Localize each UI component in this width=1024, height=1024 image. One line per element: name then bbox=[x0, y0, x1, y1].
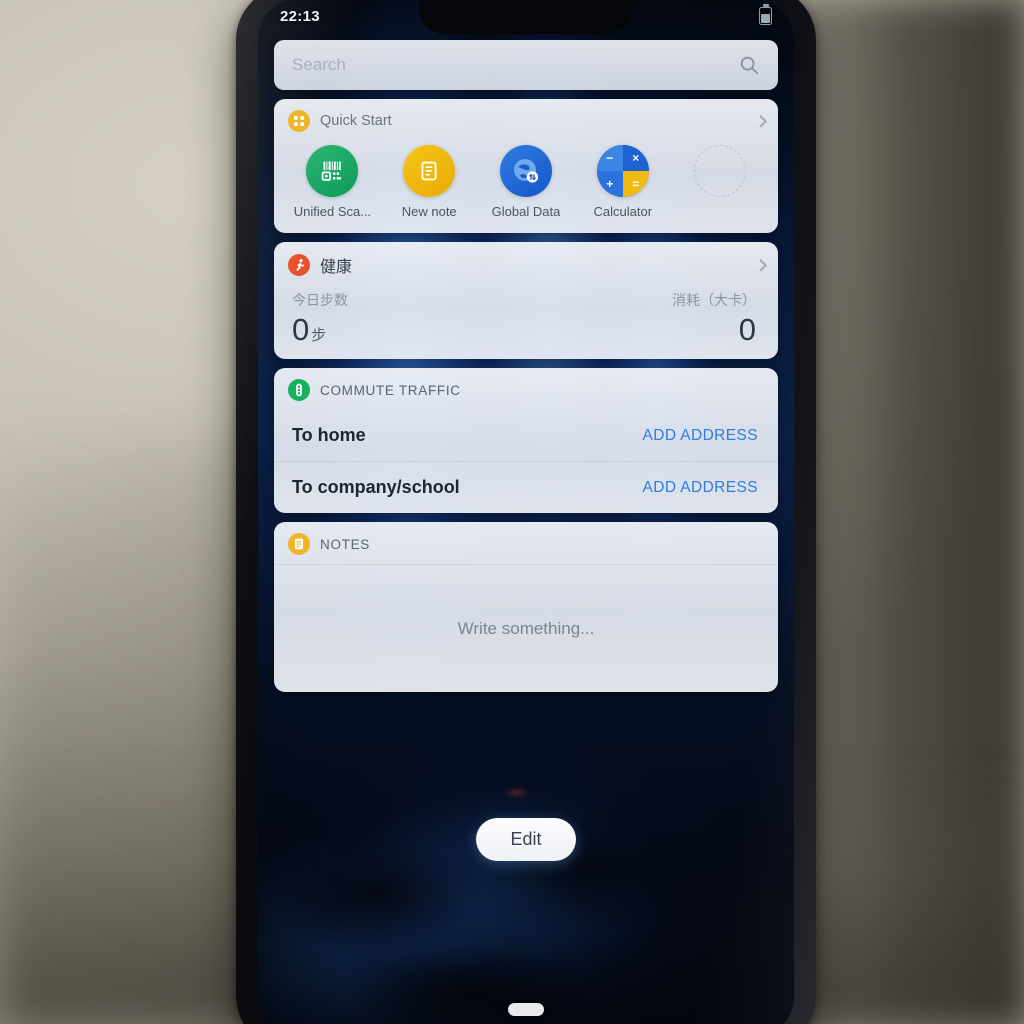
display-notch bbox=[419, 0, 633, 34]
search-icon[interactable] bbox=[738, 54, 760, 76]
health-title: 健康 bbox=[320, 259, 353, 276]
app-calculator[interactable]: − × + = Calculator bbox=[574, 145, 671, 219]
app-label: Global Data bbox=[491, 204, 561, 219]
edit-button-area: Edit bbox=[258, 818, 794, 861]
calculator-icon: − × + = bbox=[596, 145, 649, 197]
commute-row-home[interactable]: To home ADD ADDRESS bbox=[274, 410, 778, 461]
notes-body[interactable]: Write something... bbox=[274, 564, 778, 692]
wallpaper-red-speck bbox=[504, 788, 529, 798]
note-document-icon bbox=[403, 145, 456, 197]
search-input[interactable]: Search bbox=[292, 55, 346, 75]
chevron-right-icon[interactable] bbox=[754, 114, 768, 128]
note-lines-icon bbox=[288, 533, 310, 555]
app-label: Unified Sca... bbox=[293, 204, 372, 219]
barcode-scan-icon bbox=[306, 145, 359, 197]
steps-value-row: 0步 bbox=[292, 314, 348, 345]
calc-minus: − bbox=[596, 145, 623, 171]
notes-placeholder[interactable]: Write something... bbox=[458, 619, 595, 639]
widgets-page: Search Quick Start Unified Sca... New no… bbox=[258, 40, 794, 692]
calc-equals: = bbox=[622, 171, 649, 197]
home-indicator[interactable] bbox=[508, 1003, 544, 1016]
grid-apps-icon bbox=[288, 110, 310, 132]
app-unified-scan[interactable]: Unified Sca... bbox=[284, 145, 381, 219]
battery-icon bbox=[759, 7, 772, 25]
traffic-light-icon bbox=[288, 379, 310, 401]
calc-plus: + bbox=[596, 171, 623, 197]
search-bar[interactable]: Search bbox=[274, 40, 778, 90]
chevron-right-icon[interactable] bbox=[754, 258, 768, 272]
add-app-placeholder-icon[interactable] bbox=[693, 145, 746, 197]
app-global-data[interactable]: Global Data bbox=[478, 145, 575, 219]
card-commute-traffic[interactable]: COMMUTE TRAFFIC To home ADD ADDRESS To c… bbox=[274, 368, 778, 513]
commute-title: COMMUTE TRAFFIC bbox=[320, 382, 461, 398]
add-address-button[interactable]: ADD ADDRESS bbox=[642, 427, 758, 445]
globe-data-icon bbox=[499, 145, 552, 197]
running-person-icon bbox=[288, 254, 310, 276]
status-clock: 22:13 bbox=[280, 7, 320, 25]
health-header[interactable]: 健康 bbox=[274, 242, 778, 286]
commute-row-work[interactable]: To company/school ADD ADDRESS bbox=[274, 461, 778, 513]
steps-value: 0 bbox=[292, 312, 310, 347]
card-quick-start[interactable]: Quick Start Unified Sca... New note Glob… bbox=[274, 99, 778, 233]
calories-value: 0 bbox=[738, 312, 756, 347]
app-label: New note bbox=[401, 204, 457, 219]
quick-start-title: Quick Start bbox=[320, 113, 392, 129]
phone-screen: 22:13 Search Quick Start Unified Sca... … bbox=[258, 0, 794, 1024]
commute-header: COMMUTE TRAFFIC bbox=[274, 368, 778, 410]
calc-multiply: × bbox=[622, 145, 649, 171]
notes-title: NOTES bbox=[320, 536, 371, 552]
app-new-note[interactable]: New note bbox=[381, 145, 478, 219]
add-address-button[interactable]: ADD ADDRESS bbox=[642, 479, 758, 497]
calories-label: 消耗（大卡） bbox=[672, 292, 756, 308]
steps-unit: 步 bbox=[311, 327, 327, 344]
photo-scene: 22:13 Search Quick Start Unified Sca... … bbox=[0, 0, 1024, 1024]
commute-destination: To home bbox=[292, 425, 366, 445]
health-stats: 今日步数 0步 消耗（大卡） 0 bbox=[274, 286, 778, 359]
health-calories: 消耗（大卡） 0 bbox=[672, 290, 756, 345]
commute-destination: To company/school bbox=[292, 477, 460, 497]
card-health[interactable]: 健康 今日步数 0步 消耗（大卡） 0 bbox=[274, 242, 778, 359]
app-label: Calculator bbox=[593, 204, 653, 219]
steps-label: 今日步数 bbox=[292, 292, 348, 308]
phone-device: 22:13 Search Quick Start Unified Sca... … bbox=[236, 0, 816, 1024]
health-steps: 今日步数 0步 bbox=[292, 290, 348, 345]
status-icons bbox=[759, 7, 772, 25]
wallpaper-rocks bbox=[258, 738, 794, 1024]
app-empty-slot[interactable] bbox=[671, 145, 768, 197]
quick-start-app-list: Unified Sca... New note Global Data − × … bbox=[274, 141, 778, 233]
quick-start-header[interactable]: Quick Start bbox=[274, 99, 778, 141]
edit-button[interactable]: Edit bbox=[476, 818, 576, 861]
notes-header: NOTES bbox=[274, 522, 778, 564]
card-notes[interactable]: NOTES Write something... bbox=[274, 522, 778, 692]
